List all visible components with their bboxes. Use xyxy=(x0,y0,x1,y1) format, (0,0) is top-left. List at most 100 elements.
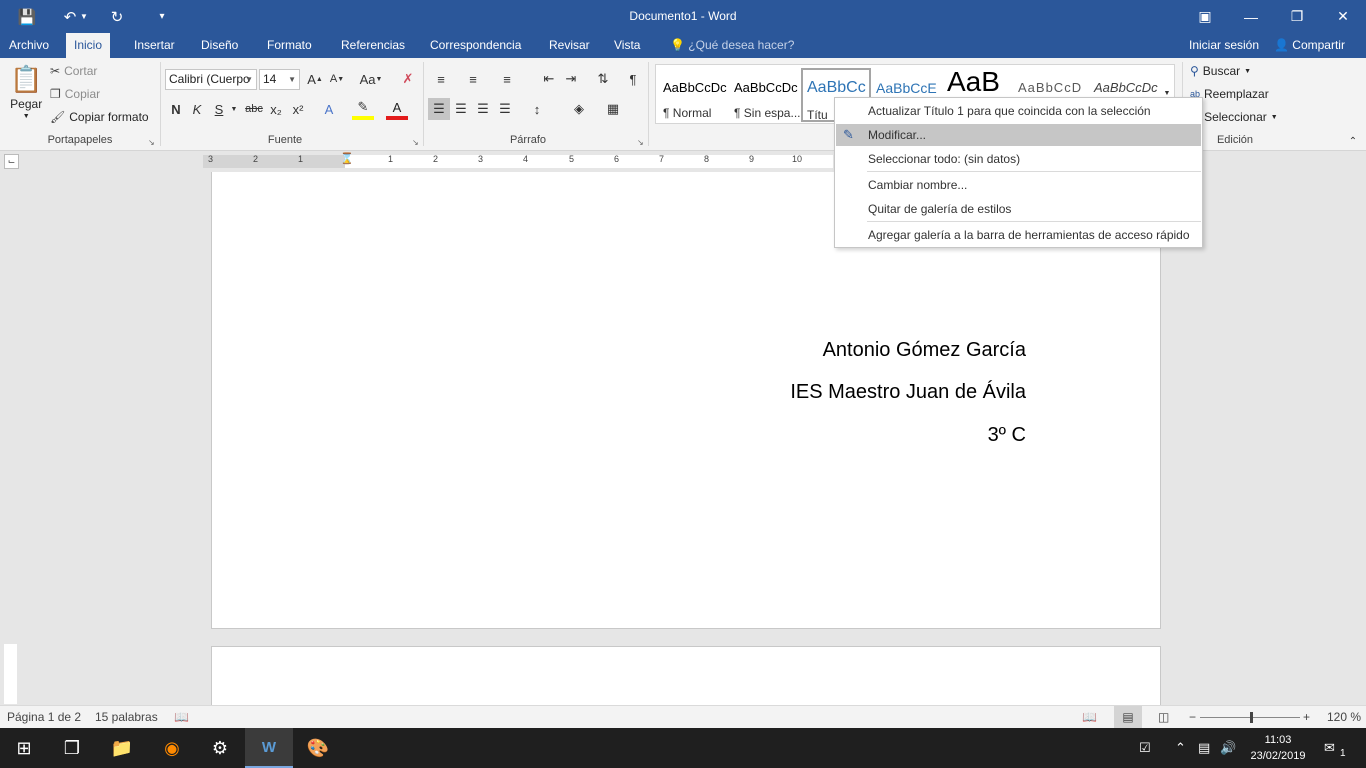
dialog-launcher-icon[interactable]: ↘ xyxy=(412,138,419,147)
find-button[interactable]: ⚲ Buscar ▼ xyxy=(1190,64,1251,78)
windows-start-icon[interactable]: ⊞ xyxy=(0,728,48,768)
firefox-icon[interactable]: ◉ xyxy=(148,728,196,768)
paste-button[interactable]: 📋 Pegar ▼ xyxy=(10,64,42,120)
zoom-out-icon[interactable]: − xyxy=(1189,710,1196,724)
select-button[interactable]: ↦Seleccionar▼ xyxy=(1190,110,1278,124)
menu-select-all[interactable]: Seleccionar todo: (sin datos) xyxy=(836,148,1201,170)
copy-button[interactable]: ❐ Copiar xyxy=(50,87,100,101)
borders-icon[interactable]: ▦ xyxy=(602,98,624,120)
menu-update-style[interactable]: Actualizar Título 1 para que coincida co… xyxy=(836,100,1201,122)
change-case-button[interactable]: Aa ▼ xyxy=(356,68,386,90)
clear-format-icon[interactable]: ✗ xyxy=(397,68,419,90)
save-icon[interactable]: 💾 xyxy=(11,0,43,33)
subscript-button[interactable]: x₂ xyxy=(265,98,287,120)
tab-revisar[interactable]: Revisar xyxy=(541,33,598,58)
menu-rename[interactable]: Cambiar nombre... xyxy=(836,174,1201,196)
show-marks-button[interactable]: ¶ xyxy=(622,68,644,90)
tell-me-box[interactable]: 💡 ¿Qué desea hacer? xyxy=(662,33,802,58)
notifications-icon[interactable]: ✉ xyxy=(1324,740,1335,756)
sort-icon[interactable]: ⇅ xyxy=(592,68,614,90)
signin-link[interactable]: Iniciar sesión xyxy=(1181,33,1267,58)
tab-archivo[interactable]: Archivo xyxy=(1,33,57,58)
page-indicator[interactable]: Página 1 de 2 xyxy=(7,710,81,724)
shading-icon[interactable]: ◈ xyxy=(568,98,590,120)
font-size-combo[interactable]: 14 ▼ xyxy=(259,69,300,90)
paint-icon[interactable]: 🎨 xyxy=(294,728,342,768)
print-layout-icon[interactable]: ▤ xyxy=(1114,706,1142,728)
zoom-level[interactable]: 120 % xyxy=(1327,710,1361,724)
settings-gear-icon[interactable]: ⚙ xyxy=(196,728,244,768)
style-sin-espaciado[interactable]: AaBbCcDc ¶ Sin espa... xyxy=(730,68,800,122)
customize-qat-icon[interactable]: ▾ xyxy=(146,0,178,33)
tab-referencias[interactable]: Referencias xyxy=(333,33,413,58)
shrink-font-button[interactable]: A ▼ xyxy=(326,68,348,90)
dialog-launcher-icon[interactable]: ↘ xyxy=(148,138,155,147)
font-color-icon[interactable]: A xyxy=(386,98,408,120)
word-count[interactable]: 15 palabras xyxy=(95,710,158,724)
italic-button[interactable]: K xyxy=(186,98,208,120)
tab-inicio[interactable]: Inicio xyxy=(66,33,111,58)
restore-icon[interactable]: ❐ xyxy=(1274,0,1320,33)
text-effects-icon[interactable]: A xyxy=(318,98,340,120)
chevron-down-icon[interactable]: ▼ xyxy=(228,98,240,120)
minimize-icon[interactable]: — xyxy=(1228,0,1274,33)
menu-add-gallery-qat[interactable]: Agregar galería a la barra de herramient… xyxy=(836,224,1201,246)
menu-modify[interactable]: ✎ Modificar... xyxy=(836,124,1201,146)
clock[interactable]: 11:03 23/02/2019 xyxy=(1248,732,1308,764)
style-normal[interactable]: AaBbCcDc ¶ Normal xyxy=(659,68,729,122)
bold-button[interactable]: N xyxy=(165,98,187,120)
tab-selector-icon[interactable]: ⌙ xyxy=(4,154,19,169)
share-button[interactable]: 👤 Compartir xyxy=(1266,33,1353,58)
indent-marker-icon[interactable]: ⌛ xyxy=(340,152,354,165)
menu-remove-from-gallery[interactable]: Quitar de galería de estilos xyxy=(836,198,1201,220)
redo-icon[interactable]: ↻ xyxy=(101,0,133,33)
zoom-in-icon[interactable]: + xyxy=(1303,710,1310,724)
tab-formato[interactable]: Formato xyxy=(259,33,320,58)
shrink-font-label: A xyxy=(329,73,338,85)
class-line[interactable]: 3º C xyxy=(988,424,1026,447)
people-icon[interactable]: ☑ xyxy=(1139,740,1151,756)
align-right-icon[interactable]: ☰ xyxy=(472,98,494,120)
bullets-icon[interactable]: ≡ xyxy=(430,68,452,90)
file-explorer-icon[interactable]: 📁 xyxy=(98,728,146,768)
highlight-icon[interactable]: ✎ xyxy=(352,98,374,120)
vertical-ruler[interactable] xyxy=(4,644,17,704)
school-line[interactable]: IES Maestro Juan de Ávila xyxy=(790,381,1026,404)
decrease-indent-icon[interactable]: ⇤ xyxy=(538,68,560,90)
ribbon-display-icon[interactable]: ▣ xyxy=(1182,0,1228,33)
superscript-button[interactable]: x² xyxy=(287,98,309,120)
author-line[interactable]: Antonio Gómez García xyxy=(823,339,1026,362)
multilevel-list-icon[interactable]: ≡ xyxy=(496,68,518,90)
web-layout-icon[interactable]: ◫ xyxy=(1158,710,1169,724)
volume-icon[interactable]: 🔊 xyxy=(1220,740,1236,756)
tab-insertar[interactable]: Insertar xyxy=(126,33,183,58)
align-center-icon[interactable]: ☰ xyxy=(450,98,472,120)
tab-vista[interactable]: Vista xyxy=(606,33,648,58)
cut-button[interactable]: ✂ Cortar xyxy=(50,64,97,78)
close-icon[interactable]: ✕ xyxy=(1320,0,1366,33)
strikethrough-button[interactable]: abc xyxy=(243,98,265,120)
collapse-ribbon-icon[interactable]: ⌃ xyxy=(1342,130,1364,152)
align-left-icon[interactable]: ☰ xyxy=(428,98,450,120)
network-icon[interactable]: ▤ xyxy=(1198,740,1210,756)
undo-dropdown-icon[interactable]: ▼ xyxy=(76,0,92,33)
read-mode-icon[interactable]: 📖 xyxy=(1082,710,1097,724)
format-painter-button[interactable]: 🖌 Copiar formato xyxy=(50,110,149,124)
word-app-icon[interactable]: W xyxy=(245,728,293,768)
page-2[interactable] xyxy=(211,646,1161,705)
tray-chevron-icon[interactable]: ⌃ xyxy=(1175,740,1186,756)
zoom-slider-thumb[interactable] xyxy=(1250,712,1253,723)
underline-button[interactable]: S xyxy=(208,98,230,120)
grow-font-button[interactable]: A ▲ xyxy=(304,68,326,90)
justify-icon[interactable]: ☰ xyxy=(494,98,516,120)
font-name-combo[interactable]: Calibri (Cuerpo ▼ xyxy=(165,69,257,90)
task-view-icon[interactable]: ❐ xyxy=(48,728,96,768)
cut-label: Cortar xyxy=(64,64,98,78)
increase-indent-icon[interactable]: ⇥ xyxy=(560,68,582,90)
proofing-icon[interactable]: 📖 xyxy=(174,710,189,724)
dialog-launcher-icon[interactable]: ↘ xyxy=(637,138,644,147)
numbering-icon[interactable]: ≡ xyxy=(462,68,484,90)
tab-diseno[interactable]: Diseño xyxy=(193,33,246,58)
line-spacing-icon[interactable]: ↕ xyxy=(526,98,548,120)
tab-correspondencia[interactable]: Correspondencia xyxy=(422,33,529,58)
